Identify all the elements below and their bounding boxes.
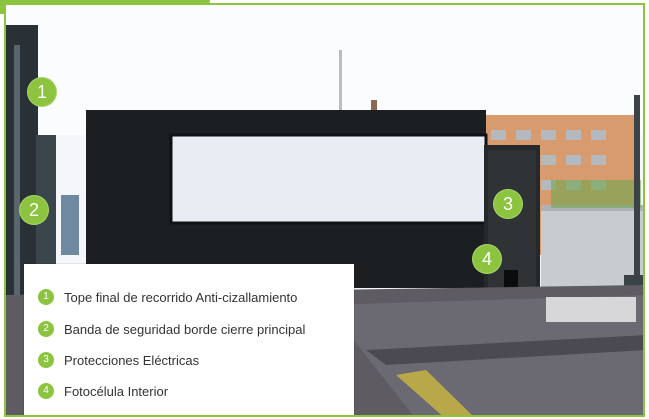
marker-2: 2 <box>19 195 49 225</box>
legend-item-3: 3 Protecciones Eléctricas <box>38 350 199 370</box>
image-frame: 1 2 3 4 1 Tope final de recorrido Anti-c… <box>0 0 649 419</box>
legend-label-4: Fotocélula Interior <box>64 383 169 399</box>
legend-label-1: Tope final de recorrido Anti-cizallamien… <box>64 289 298 305</box>
photo: 1 2 3 4 1 Tope final de recorrido Anti-c… <box>4 3 645 417</box>
legend-number-2: 2 <box>38 321 54 337</box>
legend-item-4: 4 Fotocélula Interior <box>38 381 168 401</box>
legend-label-3: Protecciones Eléctricas <box>64 352 200 368</box>
legend-item-2: 2 Banda de seguridad borde cierre princi… <box>38 319 305 339</box>
marker-4: 4 <box>472 244 502 274</box>
legend-panel: 1 Tope final de recorrido Anti-cizallami… <box>24 264 354 415</box>
legend-number-1: 1 <box>38 289 54 305</box>
marker-1: 1 <box>27 77 57 107</box>
legend-number-3: 3 <box>38 352 54 368</box>
legend-number-4: 4 <box>38 383 54 399</box>
marker-3: 3 <box>493 189 523 219</box>
legend-label-2: Banda de seguridad borde cierre principa… <box>64 321 306 337</box>
legend-item-1: 1 Tope final de recorrido Anti-cizallami… <box>38 287 297 307</box>
